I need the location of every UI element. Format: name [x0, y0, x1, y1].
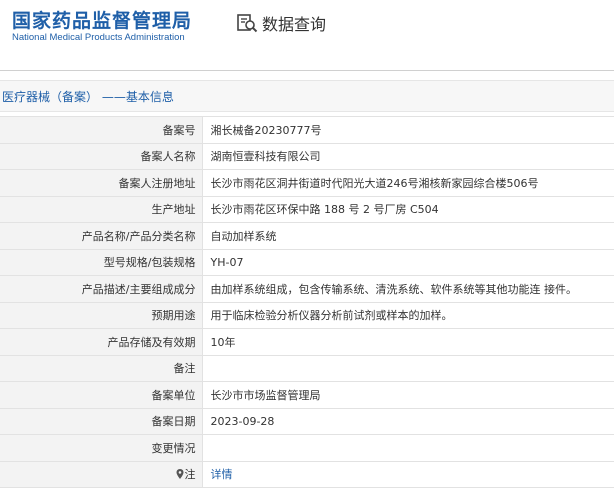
field-value: 详情	[202, 461, 614, 488]
site-logo-subtitle: National Medical Products Administration	[12, 32, 185, 43]
field-label-note: 注	[0, 461, 203, 488]
breadcrumb: 医疗器械（备案） ——基本信息	[0, 80, 614, 112]
field-label: 预期用途	[0, 302, 203, 329]
field-value: 长沙市市场监督管理局	[202, 381, 614, 409]
table-row: 注 详情	[0, 461, 614, 488]
breadcrumb-text: 医疗器械（备案） ——基本信息	[2, 90, 174, 104]
table-row: 预期用途 用于临床检验分析仪器分析前试剂或样本的加样。	[0, 302, 614, 329]
field-value: 10年	[202, 328, 614, 356]
field-value: YH-07	[202, 249, 614, 276]
data-search-icon	[237, 14, 258, 33]
table-row: 备案号 湘长械备20230777号	[0, 116, 614, 144]
field-label: 备注	[0, 355, 203, 382]
table-row: 备案人名称 湖南恒壹科技有限公司	[0, 143, 614, 170]
table-row: 变更情况	[0, 434, 614, 462]
field-label: 产品存储及有效期	[0, 328, 203, 356]
field-value: 由加样系统组成，包含传输系统、清洗系统、软件系统等其他功能连 接件。	[202, 275, 614, 303]
table-row: 产品名称/产品分类名称 自动加样系统	[0, 222, 614, 250]
map-pin-icon	[176, 469, 183, 480]
field-label: 变更情况	[0, 434, 203, 462]
note-label: 注	[184, 468, 196, 482]
table-row: 型号规格/包装规格 YH-07	[0, 249, 614, 276]
field-label: 生产地址	[0, 196, 203, 223]
table-row: 备案人注册地址 长沙市雨花区洞井街道时代阳光大道246号湘核新家园综合楼506号	[0, 169, 614, 197]
table-row: 产品描述/主要组成成分 由加样系统组成，包含传输系统、清洗系统、软件系统等其他功…	[0, 275, 614, 303]
field-value: 湘长械备20230777号	[202, 116, 614, 144]
site-header: 国家药品监督管理局 National Medical Products Admi…	[0, 0, 614, 62]
table-row: 备注	[0, 355, 614, 382]
field-value: 湖南恒壹科技有限公司	[202, 143, 614, 170]
table-row: 备案单位 长沙市市场监督管理局	[0, 381, 614, 409]
table-row: 产品存储及有效期 10年	[0, 328, 614, 356]
header-divider	[0, 70, 614, 71]
field-value: 长沙市雨花区环保中路 188 号 2 号厂房 C504	[202, 196, 614, 223]
field-label: 备案日期	[0, 408, 203, 435]
detail-link[interactable]: 详情	[211, 468, 233, 481]
field-value: 用于临床检验分析仪器分析前试剂或样本的加样。	[202, 302, 614, 329]
field-label: 产品描述/主要组成成分	[0, 275, 203, 303]
field-label: 型号规格/包装规格	[0, 249, 203, 276]
field-label: 产品名称/产品分类名称	[0, 222, 203, 250]
field-label: 备案人名称	[0, 143, 203, 170]
field-value	[202, 355, 614, 382]
data-query-link[interactable]: 数据查询	[236, 10, 326, 36]
record-detail-table: 备案号 湘长械备20230777号 备案人名称 湖南恒壹科技有限公司 备案人注册…	[0, 116, 614, 488]
field-label: 备案号	[0, 116, 203, 144]
site-logo-title[interactable]: 国家药品监督管理局	[12, 6, 192, 33]
field-value: 自动加样系统	[202, 222, 614, 250]
table-row: 备案日期 2023-09-28	[0, 408, 614, 435]
field-value: 长沙市雨花区洞井街道时代阳光大道246号湘核新家园综合楼506号	[202, 169, 614, 197]
field-value	[202, 434, 614, 462]
field-label: 备案单位	[0, 381, 203, 409]
field-label: 备案人注册地址	[0, 169, 203, 197]
data-query-label: 数据查询	[262, 15, 327, 34]
table-row: 生产地址 长沙市雨花区环保中路 188 号 2 号厂房 C504	[0, 196, 614, 223]
field-value: 2023-09-28	[202, 408, 614, 435]
